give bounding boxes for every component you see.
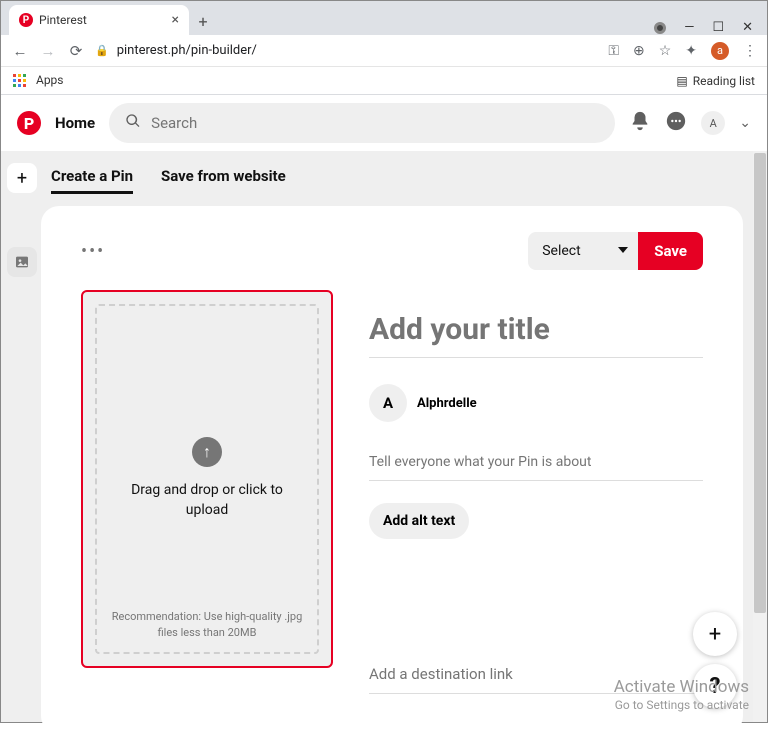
pinterest-logo-icon[interactable]: P xyxy=(17,111,41,135)
apps-shortcut[interactable]: Apps xyxy=(13,73,63,88)
apps-grid-icon xyxy=(13,74,27,88)
floating-add-button[interactable]: + xyxy=(693,612,737,656)
board-select-label: Select xyxy=(542,243,580,259)
title-input[interactable] xyxy=(369,308,703,358)
minimize-icon[interactable]: — xyxy=(684,20,694,35)
tab-title: Pinterest xyxy=(39,13,87,27)
maximize-icon[interactable]: ☐ xyxy=(712,20,724,35)
search-input[interactable] xyxy=(151,114,599,132)
reading-list-icon: ▤ xyxy=(676,74,687,88)
messages-icon[interactable] xyxy=(665,110,687,137)
key-icon[interactable]: ⚿ xyxy=(608,43,619,59)
back-icon[interactable]: ← xyxy=(11,42,29,60)
author-avatar[interactable]: A xyxy=(369,384,407,422)
left-rail: + xyxy=(1,151,41,722)
kebab-menu-icon[interactable]: ⋮ xyxy=(743,43,757,59)
destination-link-input[interactable] xyxy=(369,659,703,694)
header-avatar[interactable]: A xyxy=(701,111,725,135)
pinterest-header: P Home A ⌄ xyxy=(1,95,767,151)
bookmarks-bar: Apps ▤ Reading list xyxy=(1,67,767,95)
record-icon xyxy=(654,22,666,34)
scrollbar-thumb[interactable] xyxy=(754,153,766,613)
new-tab-button[interactable]: + xyxy=(189,7,217,35)
description-input[interactable] xyxy=(369,448,703,481)
author-row: A Alphrdelle xyxy=(369,384,703,422)
tab-save-from-website[interactable]: Save from website xyxy=(161,167,286,194)
reading-list-button[interactable]: ▤ Reading list xyxy=(676,74,755,88)
upload-dropzone[interactable]: ↑ Drag and drop or click to upload Recom… xyxy=(81,290,333,668)
builder-tabs: Create a Pin Save from website xyxy=(41,151,767,206)
pin-form: A Alphrdelle Add alt text xyxy=(369,290,703,694)
tab-create-pin[interactable]: Create a Pin xyxy=(51,167,133,194)
add-alt-text-button[interactable]: Add alt text xyxy=(369,503,469,539)
tab-strip: P Pinterest × + — ☐ ✕ xyxy=(1,1,767,35)
floating-help-button[interactable]: ? xyxy=(693,664,737,708)
reload-icon[interactable]: ⟳ xyxy=(67,42,85,60)
pin-thumbnail-rail-button[interactable] xyxy=(7,247,37,277)
address-bar: ← → ⟳ 🔒 pinterest.ph/pin-builder/ ⚿ ⊕ ☆ … xyxy=(1,35,767,67)
account-chevron-down-icon[interactable]: ⌄ xyxy=(739,115,751,131)
search-bar[interactable] xyxy=(109,103,615,143)
extensions-icon[interactable]: ✦ xyxy=(685,43,697,59)
upload-note: Recommendation: Use high-quality .jpg fi… xyxy=(97,609,317,640)
more-options-icon[interactable]: ••• xyxy=(81,241,105,262)
pin-builder-area: + Create a Pin Save from website ••• Sel… xyxy=(1,151,767,722)
scrollbar-track[interactable] xyxy=(753,151,767,722)
author-name: Alphrdelle xyxy=(417,396,477,411)
add-pin-rail-button[interactable]: + xyxy=(7,163,37,193)
browser-chrome: P Pinterest × + — ☐ ✕ ← → ⟳ 🔒 pinterest.… xyxy=(1,1,767,95)
search-icon xyxy=(125,113,141,133)
browser-tab[interactable]: P Pinterest × xyxy=(9,5,189,35)
home-link[interactable]: Home xyxy=(55,114,95,132)
close-window-icon[interactable]: ✕ xyxy=(742,20,753,35)
board-select[interactable]: Select xyxy=(528,232,638,270)
upload-arrow-icon: ↑ xyxy=(192,437,222,467)
install-icon[interactable]: ⊕ xyxy=(633,43,645,59)
notifications-bell-icon[interactable] xyxy=(629,110,651,137)
pinterest-favicon-icon: P xyxy=(19,13,33,27)
url-text: pinterest.ph/pin-builder/ xyxy=(117,43,257,58)
lock-icon: 🔒 xyxy=(95,44,109,57)
save-button[interactable]: Save xyxy=(638,232,703,270)
bookmark-star-icon[interactable]: ☆ xyxy=(659,43,672,59)
forward-icon: → xyxy=(39,42,57,60)
upload-text: Drag and drop or click to upload xyxy=(97,481,317,520)
close-tab-icon[interactable]: × xyxy=(172,12,179,28)
profile-badge[interactable]: a xyxy=(711,42,729,60)
window-controls: — ☐ ✕ xyxy=(654,14,767,35)
url-field[interactable]: 🔒 pinterest.ph/pin-builder/ xyxy=(95,43,598,58)
pin-card: ••• Select Save ↑ Drag and drop or click… xyxy=(41,206,743,734)
